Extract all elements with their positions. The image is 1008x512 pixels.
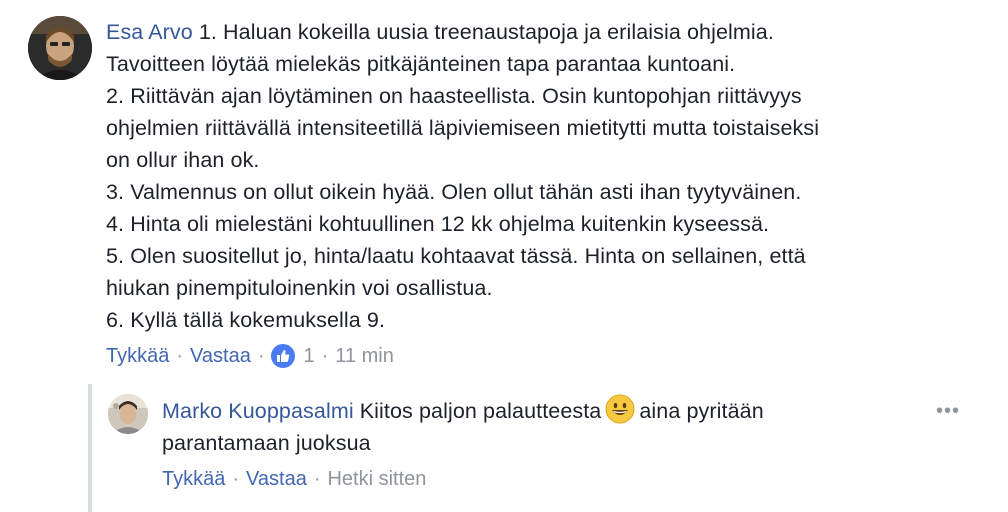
avatar-marko-kuoppasalmi[interactable] xyxy=(108,394,148,434)
reply-text-part: aina pyritään xyxy=(639,399,764,423)
comment-body: Esa Arvo 1. Haluan kokeilla uusia treenau… xyxy=(106,16,976,370)
separator: · xyxy=(313,468,321,490)
reply-author[interactable]: Marko Kuoppasalmi xyxy=(162,399,354,423)
reply-line: parantamaan juoksua xyxy=(162,431,371,455)
comment-line: 6. Kyllä tällä kokemuksella 9. xyxy=(106,308,386,332)
separator: · xyxy=(321,345,329,367)
timestamp[interactable]: 11 min xyxy=(335,342,394,370)
reply-actions: Tykkää · Vastaa · Hetki sitten xyxy=(162,465,922,493)
like-reaction-icon[interactable] xyxy=(271,344,296,368)
like-button[interactable]: Tykkää xyxy=(106,342,169,370)
grinning-face-icon xyxy=(605,394,635,424)
comment-line: hiukan pinempituloinenkin voi osallistua… xyxy=(106,276,493,300)
avatar-photo-icon xyxy=(28,16,92,80)
comment-line: Esa Arvo 1. Haluan kokeilla uusia treenau… xyxy=(106,16,976,48)
comment-line-text: 1. Haluan kokeilla uusia treenaustapoja … xyxy=(198,20,774,44)
reply-line: Marko Kuoppasalmi Kiitos paljon palauttee… xyxy=(162,394,922,427)
like-count[interactable]: 1 xyxy=(303,342,314,370)
comment-line: 5. Olen suositellut jo, hinta/laatu koht… xyxy=(106,244,806,268)
timestamp[interactable]: Hetki sitten xyxy=(327,465,426,493)
comment-line: 2. Riittävän ajan löytäminen on haasteel… xyxy=(106,84,802,108)
comment-line: 3. Valmennus on ollut oikein hyää. Olen … xyxy=(106,180,802,204)
reply-text: Marko Kuoppasalmi Kiitos paljon palauttee… xyxy=(162,394,922,459)
reply-button[interactable]: Vastaa xyxy=(246,465,307,493)
reply-body: Marko Kuoppasalmi Kiitos paljon palauttee… xyxy=(162,394,922,493)
comment-actions: Tykkää · Vastaa · 1 · 11 min xyxy=(106,342,976,370)
comment-line: on ollur ihan ok. xyxy=(106,148,260,172)
avatar-photo-icon xyxy=(108,394,148,434)
more-options-icon[interactable]: ••• xyxy=(936,400,960,423)
comment-author[interactable]: Esa Arvo xyxy=(106,20,193,44)
comment-line: ohjelmien riittävällä intensiteetillä lä… xyxy=(106,116,820,140)
separator: · xyxy=(257,345,265,367)
reply-text-part: Kiitos paljon palautteesta xyxy=(359,399,602,423)
comment-text: Esa Arvo 1. Haluan kokeilla uusia treenau… xyxy=(106,16,976,336)
like-button[interactable]: Tykkää xyxy=(162,465,225,493)
comment-line: Tavoitteen löytää mielekäs pitkäjänteine… xyxy=(106,52,736,76)
separator: · xyxy=(232,468,240,490)
reply-thread-line xyxy=(88,384,92,512)
reply-button[interactable]: Vastaa xyxy=(190,342,251,370)
comment-line: 4. Hinta oli mielestäni kohtuullinen 12 … xyxy=(106,212,770,236)
separator: · xyxy=(176,345,184,367)
avatar-esa-arvo[interactable] xyxy=(28,16,92,80)
